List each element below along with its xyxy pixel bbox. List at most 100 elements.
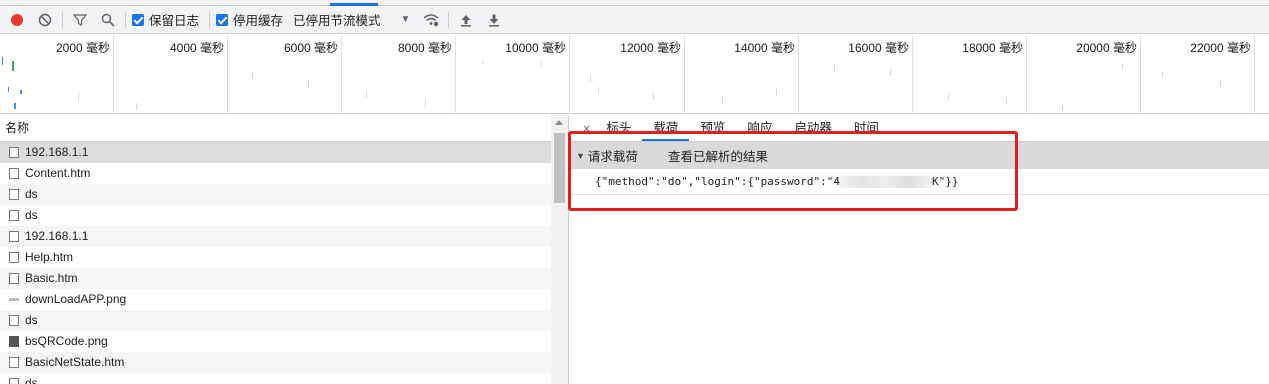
tab-timing[interactable]: 时间 (843, 117, 890, 141)
timeline-request-bar (136, 103, 137, 110)
toolbar-divider (62, 11, 63, 28)
timeline-tick: 12000 毫秒 (570, 35, 685, 114)
document-icon (9, 378, 19, 384)
timeline-request-bar (252, 71, 253, 78)
payload-text-end: K"}} (932, 175, 959, 188)
export-har-button[interactable] (483, 9, 505, 31)
request-name: 192.168.1.1 (25, 229, 89, 243)
section-title: 请求载荷 (587, 150, 638, 164)
timeline-request-bar (8, 87, 9, 92)
request-row[interactable]: ds (0, 184, 551, 205)
request-row[interactable]: Help.htm (0, 247, 551, 268)
preserve-log-checkbox[interactable]: 保留日志 (132, 10, 199, 29)
clear-icon (38, 13, 52, 26)
request-row[interactable]: Content.htm (0, 163, 551, 184)
clear-button[interactable] (34, 9, 56, 31)
timeline-tick: 4000 毫秒 (114, 35, 228, 114)
timeline-request-bar (1122, 63, 1123, 70)
document-icon (9, 147, 19, 158)
tab-preview[interactable]: 预览 (689, 117, 736, 141)
timeline-request-bar (590, 75, 591, 82)
tab-response[interactable]: 响应 (736, 117, 783, 141)
timeline-request-bar (653, 93, 654, 100)
request-name: ds (25, 376, 38, 384)
timeline-tick: 2000 毫秒 (0, 35, 114, 114)
payload-text-start: {"method":"do","login":{"password":"4 (595, 175, 841, 188)
request-list-scrollbar[interactable] (551, 115, 568, 384)
timeline-request-bar (482, 61, 483, 65)
network-conditions-icon (423, 13, 439, 26)
timeline-tick: 16000 毫秒 (799, 35, 913, 114)
document-icon (9, 231, 19, 242)
disable-cache-label: 停用缓存 (233, 14, 284, 28)
timeline-request-bar (1162, 71, 1163, 78)
timeline-request-bar (1062, 105, 1063, 111)
scrollbar-thumb[interactable] (554, 133, 565, 203)
toolbar-divider (125, 11, 126, 28)
tab-payload[interactable]: 载荷 (642, 117, 690, 141)
document-icon (9, 357, 19, 368)
request-row[interactable]: ds (0, 205, 551, 226)
timeline-tick: 8000 毫秒 (342, 35, 456, 114)
tab-initiator[interactable]: 启动器 (783, 117, 843, 141)
document-icon (9, 315, 19, 326)
request-row[interactable]: bsQRCode.png (0, 331, 551, 352)
filter-icon (73, 13, 87, 26)
request-row[interactable]: BasicNetState.htm (0, 352, 551, 373)
toolbar-divider (448, 11, 450, 28)
record-button[interactable] (6, 9, 28, 31)
request-row[interactable]: ds (0, 373, 551, 384)
request-payload-body[interactable]: {"method":"do","login":{"password":"4 K"}… (570, 169, 1269, 195)
request-name: 192.168.1.1 (25, 145, 89, 159)
dropdown-icon: ▼ (400, 14, 411, 25)
request-name: Help.htm (25, 250, 74, 264)
timeline-request-bar (425, 99, 426, 107)
scroll-up-icon[interactable] (555, 120, 563, 125)
close-detail-icon[interactable]: × (578, 122, 595, 141)
request-name: downLoadAPP.png (25, 292, 127, 306)
request-payload-section-header[interactable]: ▼ 请求载荷 查看已解析的结果 (570, 142, 1269, 169)
timeline-request-bar (540, 61, 541, 67)
timeline-request-bar (366, 91, 367, 98)
request-row[interactable]: ds (0, 310, 551, 331)
search-icon (101, 13, 115, 27)
qr-image-icon (9, 336, 19, 347)
import-har-button[interactable] (455, 9, 477, 31)
request-name: Basic.htm (25, 271, 78, 285)
network-overview-timeline[interactable]: 2000 毫秒 4000 毫秒 6000 毫秒 8000 毫秒 10000 毫秒… (0, 35, 1269, 114)
timeline-request-bar (20, 90, 22, 94)
document-icon (9, 189, 19, 200)
timeline-request-bar (1220, 79, 1221, 86)
search-button[interactable] (97, 9, 119, 31)
throttling-value: 已停用节流模式 (293, 14, 381, 28)
filter-button[interactable] (69, 9, 91, 31)
network-conditions-button[interactable] (420, 9, 442, 31)
request-row[interactable]: downLoadAPP.png (0, 289, 551, 310)
document-icon (9, 273, 19, 284)
document-icon (9, 210, 19, 221)
network-toolbar: 保留日志 停用缓存 已停用节流模式 ▼ (0, 6, 1269, 34)
download-icon (489, 14, 500, 26)
request-row[interactable]: 192.168.1.1 (0, 226, 551, 247)
checkbox-checked-icon (216, 13, 229, 26)
request-name: ds (25, 313, 38, 327)
disable-cache-checkbox[interactable]: 停用缓存 (216, 10, 283, 29)
toolbar-divider (209, 11, 211, 28)
timeline-request-bar (598, 87, 599, 93)
redacted-password (840, 176, 933, 188)
image-icon (9, 298, 19, 301)
timeline-request-bar (722, 97, 723, 104)
upload-icon (461, 14, 472, 26)
throttling-select[interactable]: 已停用节流模式 ▼ (293, 10, 410, 29)
name-column-header[interactable]: 名称 (0, 115, 568, 142)
timeline-request-bar (948, 93, 949, 100)
request-name: BasicNetState.htm (25, 355, 125, 369)
timeline-tick: 20000 毫秒 (1027, 35, 1141, 114)
tab-headers[interactable]: 标头 (595, 117, 642, 141)
request-row[interactable]: 192.168.1.1 (0, 142, 551, 163)
timeline-request-bar (1006, 97, 1007, 104)
record-icon (11, 13, 23, 26)
request-name: ds (25, 208, 38, 222)
request-row[interactable]: Basic.htm (0, 268, 551, 289)
view-parsed-link[interactable]: 查看已解析的结果 (668, 146, 768, 165)
